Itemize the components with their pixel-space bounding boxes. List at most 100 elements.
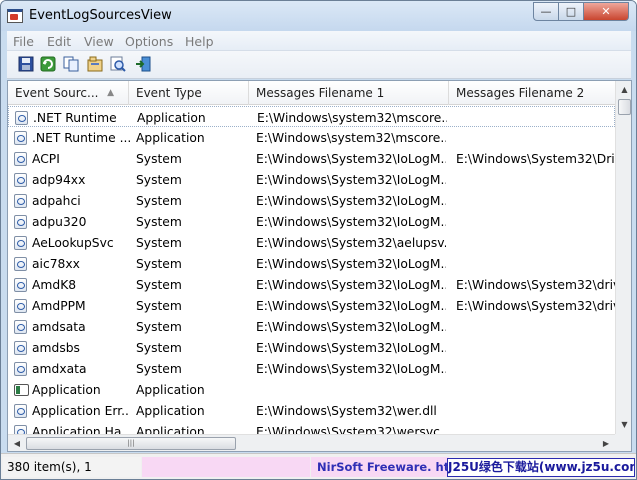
cell-event-type: System [136,299,182,313]
cell-messages-filename-1: E:\Windows\System32\aelupsv... [256,236,446,250]
cell-event-source: ACPI [32,152,60,166]
event-source-icon [14,131,27,145]
app-icon [7,9,23,23]
menu-options[interactable]: Options [125,34,173,49]
cell-event-source: AmdPPM [32,299,86,313]
save-button[interactable] [17,55,35,73]
minimize-button[interactable]: — [533,2,559,21]
cell-event-type: Application [137,111,206,125]
table-row[interactable]: AmdPPM System E:\Windows\System32\IoLogM..… [8,295,616,316]
horizontal-scroll-thumb[interactable]: ||| [26,437,236,450]
table-row[interactable]: amdxata System E:\Windows\System32\IoLogM.… [8,358,615,379]
cell-event-type: System [136,278,182,292]
app-window: EventLogSourcesView — □ ✕ File Edit View… [0,0,637,480]
cell-event-type: Application [136,404,205,418]
exit-button[interactable] [134,55,152,73]
table-row[interactable]: aic78xx System E:\Windows\System32\IoLogM.… [8,253,615,274]
list-rows: .NET Runtime Application E:\Windows\system… [8,106,616,442]
table-row[interactable]: adpahci System E:\Windows\System32\IoLogM.… [8,190,615,211]
table-row[interactable]: amdsbs System E:\Windows\System32\IoLogM..… [8,337,615,358]
cell-event-source: amdsata [32,320,86,334]
vertical-scrollbar[interactable]: ▲ ▼ [615,81,631,434]
menu-file[interactable]: File [13,34,34,49]
menu-view[interactable]: View [84,34,114,49]
event-source-icon [14,320,27,334]
cell-messages-filename-2 [456,129,616,147]
cell-event-source: amdsbs [32,341,80,355]
copy-button[interactable] [62,55,80,73]
find-icon [110,56,126,72]
cell-event-source: adpu320 [32,215,87,229]
refresh-button[interactable] [39,55,57,73]
cell-messages-filename-1: E:\Windows\System32\IoLogM... [256,257,446,271]
find-button[interactable] [109,55,127,73]
cell-messages-filename-2: E:\Windows\System32\Drive [456,152,616,166]
cell-messages-filename-2 [456,213,616,231]
table-row[interactable]: amdsata System E:\Windows\System32\IoLogM.… [8,316,615,337]
toolbar [7,51,631,79]
maximize-button[interactable]: □ [558,2,584,21]
event-source-icon [14,257,27,271]
menu-help[interactable]: Help [185,34,214,49]
window-title: EventLogSourcesView [29,8,172,23]
scroll-left-icon[interactable]: ◀ [9,436,25,451]
cell-messages-filename-1: E:\Windows\System32\IoLogM... [256,362,446,376]
cell-event-type: System [136,173,182,187]
cell-event-source: .NET Runtime ... [32,131,130,145]
table-row[interactable]: adpu320 System E:\Windows\System32\IoLogM.… [8,211,615,232]
scroll-right-icon[interactable]: ▶ [598,436,614,451]
nirsoft-link[interactable]: NirSoft Freeware. http://www.nirsoft.net [311,457,449,477]
column-messages-filename-1[interactable]: Messages Filename 1 [249,81,449,105]
cell-event-type: System [136,320,182,334]
cell-messages-filename-1: E:\Windows\System32\IoLogM... [256,299,446,313]
column-event-source[interactable]: Event Sourc... ▲ [8,81,129,105]
cell-event-source: Application Err... [32,404,130,418]
table-row[interactable]: adp94xx System E:\Windows\System32\IoLogM.… [8,169,615,190]
cell-event-source: aic78xx [32,257,80,271]
event-source-icon [14,152,27,166]
status-item-count: 380 item(s), 1 Selected [3,457,141,477]
scroll-down-icon[interactable]: ▼ [617,417,631,433]
cell-messages-filename-1: E:\Windows\System32\IoLogM... [256,152,446,166]
cell-event-source: AmdK8 [32,278,77,292]
cell-messages-filename-2 [456,381,616,399]
menu-edit[interactable]: Edit [47,34,71,49]
cell-messages-filename-1: E:\Windows\System32\IoLogM... [256,278,446,292]
table-row[interactable]: AmdK8 System E:\Windows\System32\IoLogM...… [8,274,616,295]
scroll-up-icon[interactable]: ▲ [617,82,631,98]
cell-event-type: System [136,152,182,166]
cell-event-source: amdxata [32,362,87,376]
horizontal-scrollbar[interactable]: ◀ ||| ▶ [8,434,615,451]
list-header: Event Sourc... ▲ Event Type Messages Fil… [8,81,615,105]
cell-messages-filename-2 [456,234,616,252]
cell-event-type: System [136,362,182,376]
table-row[interactable]: Application Application [8,379,615,400]
status-panel [142,457,310,477]
cell-event-source: AeLookupSvc [32,236,114,250]
title-bar[interactable]: EventLogSourcesView — □ ✕ [1,1,636,31]
cell-event-type: Application [136,131,205,145]
column-label: Event Sourc... [15,86,99,100]
watermark-logo: J25U绿色下载站(www.jz5u.com) [447,458,635,477]
column-messages-filename-2[interactable]: Messages Filename 2 [449,81,615,105]
table-row[interactable]: AeLookupSvc System E:\Windows\System32\ael… [8,232,615,253]
table-row[interactable]: Application Err... Application E:\Windows\… [8,400,615,421]
cell-messages-filename-1: E:\Windows\System32\IoLogM... [256,194,446,208]
cell-messages-filename-2 [456,171,616,189]
copy-icon [63,56,79,72]
event-source-icon [14,215,27,229]
cell-event-type: System [136,257,182,271]
save-icon [18,56,34,72]
properties-icon [87,56,103,72]
cell-messages-filename-1: E:\Windows\system32\mscore... [256,131,446,145]
cell-messages-filename-1: E:\Windows\System32\IoLogM... [256,320,446,334]
properties-button[interactable] [86,55,104,73]
vertical-scroll-thumb[interactable] [618,99,631,115]
column-event-type[interactable]: Event Type [129,81,249,105]
event-source-icon [14,341,27,355]
table-row[interactable]: ACPI System E:\Windows\System32\IoLogM... E… [8,148,616,169]
sources-list[interactable]: Event Sourc... ▲ Event Type Messages Fil… [7,80,632,452]
close-button[interactable]: ✕ [583,2,629,21]
table-row[interactable]: .NET Runtime Application E:\Windows\system… [8,106,615,127]
table-row[interactable]: .NET Runtime ... Application E:\Windows\sy… [8,127,615,148]
